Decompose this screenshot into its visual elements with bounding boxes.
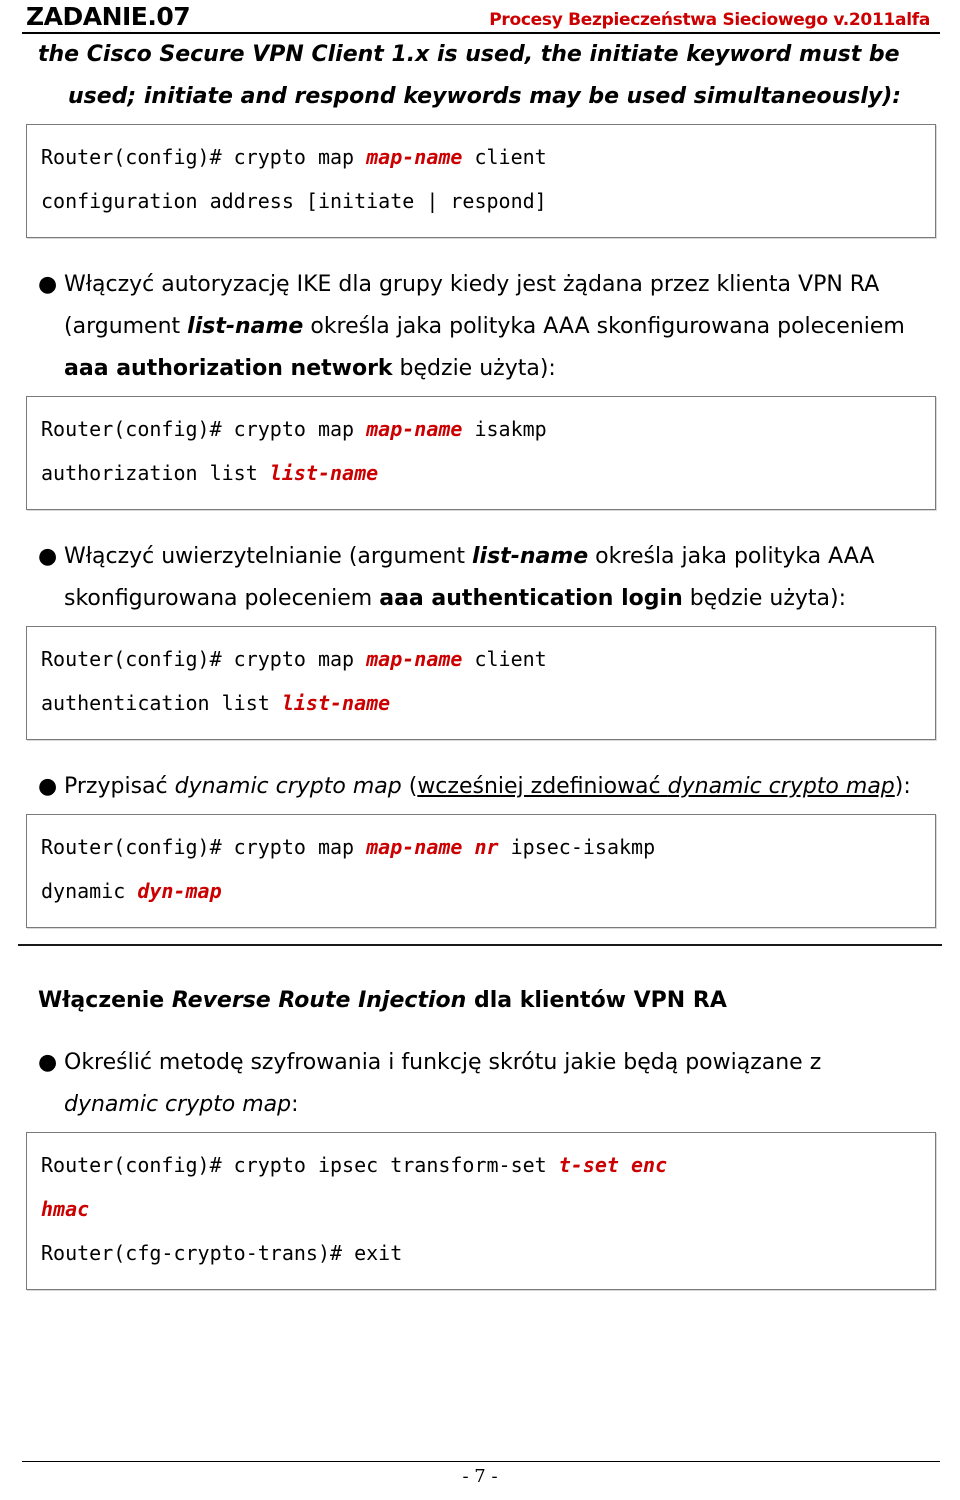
text-segment: Określić metodę szyfrowania i funkcję sk…: [64, 1050, 822, 1075]
list-item: ● Włączyć autoryzację IKE dla grupy kied…: [38, 264, 922, 390]
emphasis-command: aaa authentication login: [379, 586, 683, 611]
text-segment: :: [291, 1092, 299, 1117]
document-body: the Cisco Secure VPN Client 1.x is used,…: [16, 34, 944, 118]
code-line: Router(config)# crypto map map-name clie…: [41, 135, 921, 179]
code-variable: nr: [474, 835, 499, 859]
code-text: Router(config)# crypto map: [41, 647, 367, 671]
document-page: ZADANIE.07 Procesy Bezpieczeństwa Siecio…: [0, 0, 960, 1500]
code-variable: list-name: [281, 691, 391, 715]
code-line: Router(config)# crypto ipsec transform-s…: [41, 1143, 921, 1187]
list-item: ● Włączyć uwierzytelnianie (argument lis…: [38, 536, 922, 620]
code-text: isakmp: [462, 417, 547, 441]
code-line: hmac: [41, 1187, 921, 1231]
intro-line-1: the Cisco Secure VPN Client 1.x is used,…: [38, 42, 900, 67]
code-line: Router(config)# crypto map map-name clie…: [41, 637, 921, 681]
task-label: ZADANIE.07: [26, 2, 191, 31]
list-item-text: Określić metodę szyfrowania i funkcję sk…: [64, 1042, 922, 1126]
bullet-icon: ●: [38, 544, 58, 569]
emphasis-argument: list-name: [472, 544, 589, 569]
bullet-icon: ●: [38, 774, 58, 799]
code-variable: t-set enc: [558, 1153, 668, 1177]
code-line: Router(config)# crypto map map-name nr i…: [41, 825, 921, 869]
code-line: dynamic dyn-map: [41, 869, 921, 913]
code-text: Router(config)# crypto ipsec transform-s…: [41, 1153, 559, 1177]
code-text: client: [462, 647, 547, 671]
code-variable: map-name: [366, 145, 463, 169]
text-segment: określa jaka polityka AAA skonfigurowana…: [303, 314, 905, 339]
code-line: configuration address [initiate | respon…: [41, 189, 547, 213]
page-header: ZADANIE.07 Procesy Bezpieczeństwa Siecio…: [16, 0, 944, 32]
list-item-text: Włączyć uwierzytelnianie (argument list-…: [64, 536, 922, 620]
code-text: authentication list: [41, 691, 282, 715]
bullet-list-1: ● Włączyć autoryzację IKE dla grupy kied…: [16, 264, 944, 390]
bullet-icon: ●: [38, 272, 58, 297]
text-segment: będzie użyta):: [682, 586, 846, 611]
code-variable: dyn-map: [137, 879, 222, 903]
code-line: authentication list list-name: [41, 681, 921, 725]
code-line: Router(config)# crypto map map-name isak…: [41, 407, 921, 451]
emphasis-term: Reverse Route Injection: [171, 988, 467, 1013]
text-segment: Włączyć uwierzytelnianie (argument: [64, 544, 472, 569]
list-item-text: Włączyć autoryzację IKE dla grupy kiedy …: [64, 264, 922, 390]
text-segment: będzie użyta):: [392, 356, 556, 381]
section-heading: Włączenie Reverse Route Injection dla kl…: [16, 980, 944, 1022]
intro-line-2: used; initiate and respond keywords may …: [68, 84, 902, 109]
code-text: authorization list: [41, 461, 270, 485]
page-footer: - 7 -: [16, 1461, 944, 1492]
code-text: Router(config)# crypto map: [41, 835, 367, 859]
emphasis-underline-italic: dynamic crypto map: [667, 774, 895, 799]
code-block-3: Router(config)# crypto map map-name clie…: [26, 626, 936, 740]
emphasis-argument: list-name: [187, 314, 304, 339]
code-line: Router(cfg-crypto-trans)# exit: [41, 1241, 403, 1265]
code-block-5: Router(config)# crypto ipsec transform-s…: [26, 1132, 936, 1290]
code-block-4: Router(config)# crypto map map-name nr i…: [26, 814, 936, 928]
list-item: ● Przypisać dynamic crypto map (wcześnie…: [38, 766, 922, 808]
text-segment: ):: [894, 774, 911, 799]
page-number: - 7 -: [462, 1466, 498, 1487]
text-segment: Włączenie: [38, 988, 172, 1013]
bullet-list-4: ● Określić metodę szyfrowania i funkcję …: [16, 1042, 944, 1126]
bullet-list-3: ● Przypisać dynamic crypto map (wcześnie…: [16, 766, 944, 808]
bullet-icon: ●: [38, 1050, 58, 1075]
code-line: authorization list list-name: [41, 451, 921, 495]
code-variable: hmac: [41, 1197, 90, 1221]
code-text: Router(config)# crypto map: [41, 145, 367, 169]
text-segment: Przypisać: [64, 774, 175, 799]
code-block-1: Router(config)# crypto map map-name clie…: [26, 124, 936, 238]
emphasis-term: dynamic crypto map: [64, 1092, 292, 1117]
code-text: Router(config)# crypto map: [41, 417, 367, 441]
code-variable: list-name: [269, 461, 379, 485]
code-variable: map-name: [366, 647, 463, 671]
list-item: ● Określić metodę szyfrowania i funkcję …: [38, 1042, 922, 1126]
bullet-list-2: ● Włączyć uwierzytelnianie (argument lis…: [16, 536, 944, 620]
text-segment: (: [401, 774, 418, 799]
code-text: dynamic: [41, 879, 138, 903]
emphasis-term: dynamic crypto map: [174, 774, 402, 799]
emphasis-command: aaa authorization network: [64, 356, 393, 381]
code-variable: map-name: [366, 417, 463, 441]
course-title: Procesy Bezpieczeństwa Sieciowego v.2011…: [489, 10, 930, 30]
code-text: ipsec-isakmp: [498, 835, 656, 859]
list-item-text: Przypisać dynamic crypto map (wcześniej …: [64, 766, 922, 808]
text-segment: dla klientów VPN RA: [466, 988, 727, 1013]
code-text: client: [462, 145, 547, 169]
code-block-2: Router(config)# crypto map map-name isak…: [26, 396, 936, 510]
code-variable: map-name: [366, 835, 463, 859]
emphasis-underline: wcześniej zdefiniować: [417, 774, 668, 799]
